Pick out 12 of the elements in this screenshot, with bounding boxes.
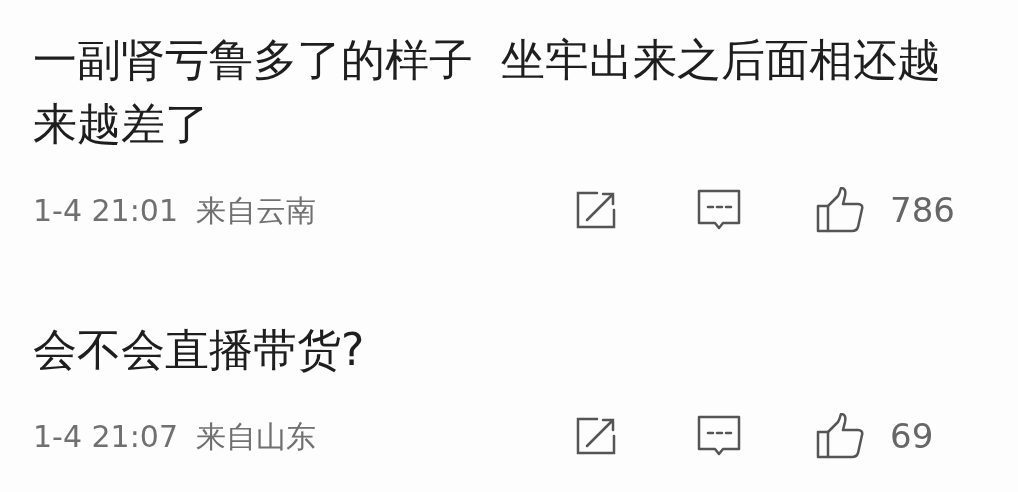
comment-text: 一副肾亏鲁多了的样子 坐牢出来之后面相还越来越差了	[33, 33, 942, 151]
comment-time: 1-4 21:01	[33, 191, 178, 230]
comment-icon[interactable]	[697, 188, 741, 232]
comment-location: 来自山东	[196, 417, 316, 456]
thumbs-up-icon[interactable]	[816, 413, 864, 459]
comment-icon[interactable]	[697, 414, 741, 458]
comment-text: 会不会直播带货?	[33, 323, 366, 377]
thumbs-up-icon[interactable]	[816, 187, 864, 233]
comment-location: 来自云南	[196, 191, 316, 230]
like-count: 786	[890, 188, 955, 232]
comment-time: 1-4 21:07	[33, 417, 178, 456]
like-count: 69	[890, 414, 934, 458]
